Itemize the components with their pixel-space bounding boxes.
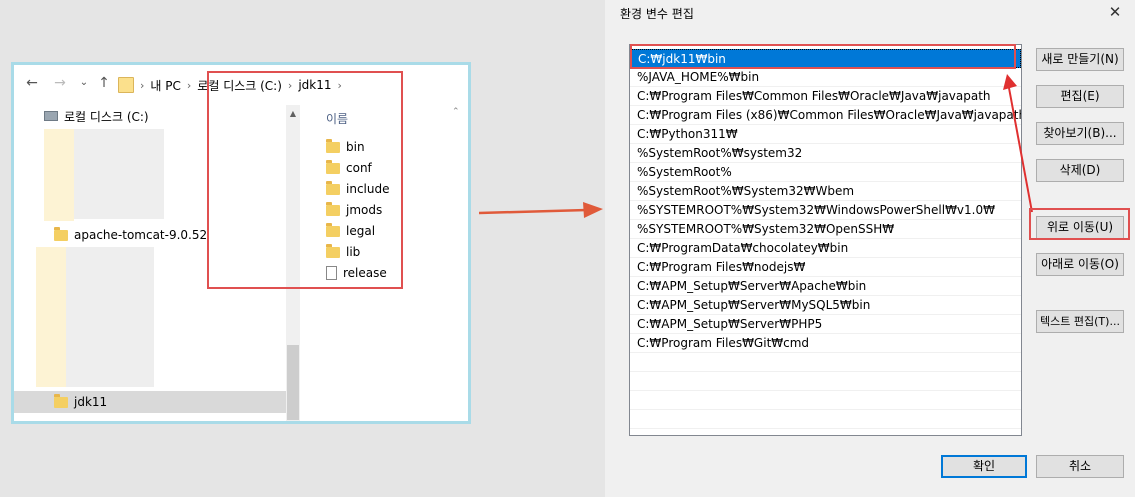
- tree-item-label: 로컬 디스크 (C:): [64, 109, 149, 124]
- recent-dropdown-icon[interactable]: ⌄: [76, 75, 92, 91]
- list-item[interactable]: C:₩Python311₩: [630, 125, 1021, 144]
- list-item[interactable]: [630, 372, 1021, 391]
- back-arrow-icon[interactable]: ←: [24, 75, 40, 91]
- list-item[interactable]: C:₩Program Files (x86)₩Common Files₩Orac…: [630, 106, 1021, 125]
- tree-item-jdk11[interactable]: jdk11: [14, 391, 286, 413]
- list-item[interactable]: %SYSTEMROOT%₩System32₩WindowsPowerShell₩…: [630, 201, 1021, 220]
- tree-item-label: jdk11: [74, 395, 108, 409]
- blurred-area: [66, 247, 154, 387]
- sort-up-icon: ⌃: [452, 107, 460, 117]
- folder-icon: [118, 77, 134, 93]
- list-item[interactable]: [630, 410, 1021, 429]
- delete-button[interactable]: 삭제(D): [1036, 159, 1124, 182]
- folder-icon: [54, 393, 68, 408]
- list-item[interactable]: %JAVA_HOME%₩bin: [630, 68, 1021, 87]
- close-icon[interactable]: ✕: [1105, 2, 1125, 22]
- new-button[interactable]: 새로 만들기(N): [1036, 48, 1124, 71]
- list-item[interactable]: C:₩ProgramData₩chocolatey₩bin: [630, 239, 1021, 258]
- ok-button[interactable]: 확인: [941, 455, 1027, 478]
- blurred-area: [36, 247, 66, 387]
- drive-icon: [44, 111, 58, 121]
- browse-button[interactable]: 찾아보기(B)...: [1036, 122, 1124, 145]
- chevron-right-icon: ›: [186, 78, 192, 92]
- cancel-button[interactable]: 취소: [1036, 455, 1124, 478]
- edit-text-button[interactable]: 텍스트 편집(T)...: [1036, 310, 1124, 333]
- scrollbar-thumb[interactable]: [287, 345, 299, 420]
- breadcrumb-item[interactable]: 내 PC: [150, 77, 180, 94]
- folder-icon: [54, 226, 68, 241]
- chevron-right-icon: ›: [140, 78, 145, 92]
- list-item[interactable]: %SystemRoot%₩system32: [630, 144, 1021, 163]
- list-item[interactable]: C:₩APM_Setup₩Server₩Apache₩bin: [630, 277, 1021, 296]
- list-item[interactable]: C:₩Program Files₩Git₩cmd: [630, 334, 1021, 353]
- list-item[interactable]: %SystemRoot%: [630, 163, 1021, 182]
- list-item[interactable]: C:₩APM_Setup₩Server₩MySQL5₩bin: [630, 296, 1021, 315]
- up-arrow-icon[interactable]: ↑: [96, 75, 112, 91]
- tree-item-label: apache-tomcat-9.0.52: [74, 228, 208, 242]
- dialog-title: 환경 변수 편집: [620, 7, 694, 21]
- highlight-box: [1029, 208, 1130, 240]
- list-item[interactable]: %SystemRoot%₩System32₩Wbem: [630, 182, 1021, 201]
- file-explorer-window: ← → ⌄ ↑ › 내 PC › 로컬 디스크 (C:) › jdk11 › 로…: [11, 62, 471, 424]
- arrow-right-icon: [479, 202, 603, 218]
- move-down-button[interactable]: 아래로 이동(O): [1036, 253, 1124, 276]
- highlight-box: [207, 71, 403, 289]
- list-item[interactable]: %SYSTEMROOT%₩System32₩OpenSSH₩: [630, 220, 1021, 239]
- edit-button[interactable]: 편집(E): [1036, 85, 1124, 108]
- list-item[interactable]: [630, 391, 1021, 410]
- list-item[interactable]: C:₩APM_Setup₩Server₩PHP5: [630, 315, 1021, 334]
- blurred-area: [44, 129, 74, 221]
- list-item[interactable]: C:₩Program Files₩nodejs₩: [630, 258, 1021, 277]
- highlight-box: [630, 44, 1016, 69]
- forward-arrow-icon[interactable]: →: [52, 75, 68, 91]
- path-entries-list[interactable]: C:₩jdk11₩bin %JAVA_HOME%₩bin C:₩Program …: [629, 44, 1022, 436]
- list-item[interactable]: [630, 353, 1021, 372]
- list-item[interactable]: C:₩Program Files₩Common Files₩Oracle₩Jav…: [630, 87, 1021, 106]
- blurred-area: [74, 129, 164, 219]
- edit-env-variable-dialog: 환경 변수 편집 ✕ C:₩jdk11₩bin %JAVA_HOME%₩bin …: [605, 0, 1135, 497]
